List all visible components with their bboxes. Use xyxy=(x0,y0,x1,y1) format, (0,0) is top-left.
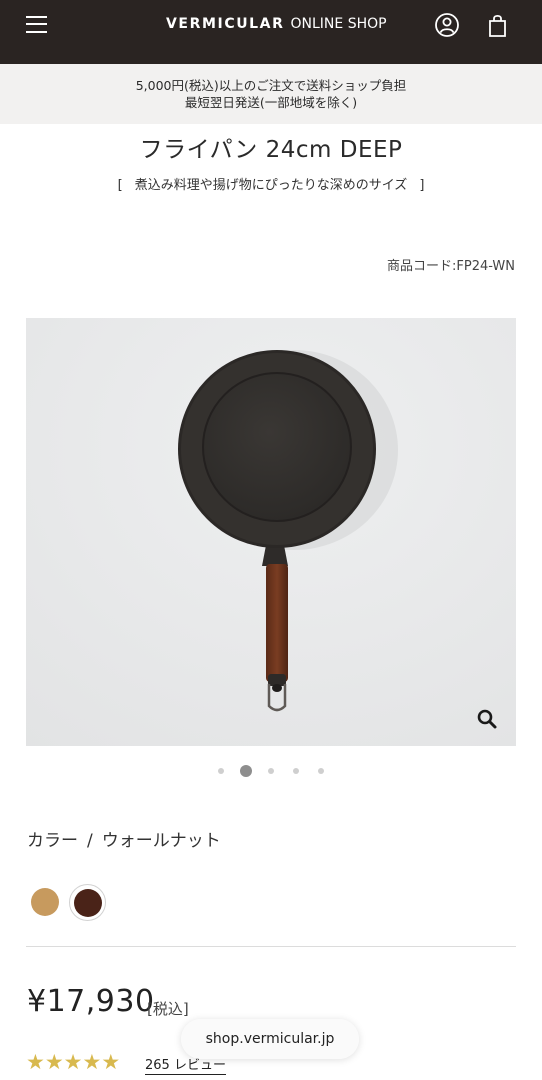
color-label: カラー / ウォールナット xyxy=(27,826,221,851)
logo-subtitle: ONLINE SHOP xyxy=(290,16,387,32)
shipping-notice: 5,000円(税込)以上のご注文で送料ショップ負担 最短翌日発送(一部地域を除く… xyxy=(0,64,542,124)
gallery-dot-2[interactable] xyxy=(240,765,252,777)
color-value: ウォールナット xyxy=(101,831,221,851)
color-heading: カラー xyxy=(27,831,78,851)
product-title: フライパン 24cm DEEP xyxy=(139,137,403,163)
section-divider xyxy=(26,946,516,947)
gallery-dot-3[interactable] xyxy=(268,768,274,774)
price-tax-note: [税込] xyxy=(147,1000,189,1018)
user-circle-icon[interactable] xyxy=(434,12,460,38)
star-icon: ★ xyxy=(44,1050,64,1074)
subtitle-text: 煮込み料理や揚げ物にぴったりな深めのサイズ xyxy=(134,178,408,193)
product-price: ¥17,930 xyxy=(27,984,155,1019)
magnifier-icon[interactable] xyxy=(476,708,498,730)
frying-pan-illustration xyxy=(26,318,516,746)
browser-url-bar[interactable]: shop.vermicular.jp xyxy=(181,1019,359,1059)
star-icon: ★ xyxy=(82,1050,102,1074)
subtitle-bracket-open: [ xyxy=(117,178,123,193)
gallery-dot-5[interactable] xyxy=(318,768,324,774)
product-image[interactable] xyxy=(26,318,516,746)
gallery-dot-4[interactable] xyxy=(293,768,299,774)
notice-line-1: 5,000円(税込)以上のご注文で送料ショップ負担 xyxy=(135,78,407,93)
hamburger-menu-icon[interactable] xyxy=(26,15,48,35)
logo-brand: VERMICULAR xyxy=(166,16,285,32)
site-header: VERMICULAR ONLINE SHOP xyxy=(0,0,542,64)
product-subtitle: [ 煮込み料理や揚げ物にぴったりな深めのサイズ] xyxy=(0,174,542,193)
color-separator: / xyxy=(87,831,93,851)
color-swatch-walnut[interactable] xyxy=(74,889,102,917)
notice-line-2: 最短翌日発送(一部地域を除く) xyxy=(184,95,358,110)
rating-stars: ★★★★★ xyxy=(26,1051,120,1073)
star-icon: ★ xyxy=(63,1050,83,1074)
shopping-bag-icon[interactable] xyxy=(485,12,511,38)
gallery-pagination xyxy=(0,764,542,778)
star-icon: ★ xyxy=(26,1050,45,1074)
star-icon: ★ xyxy=(101,1050,121,1074)
subtitle-bracket-close: ] xyxy=(419,178,425,193)
product-code: 商品コード:FP24-WN xyxy=(387,259,515,274)
gallery-dot-1[interactable] xyxy=(218,768,224,774)
color-swatch-natural[interactable] xyxy=(31,888,59,916)
site-logo[interactable]: VERMICULAR ONLINE SHOP xyxy=(166,16,387,32)
